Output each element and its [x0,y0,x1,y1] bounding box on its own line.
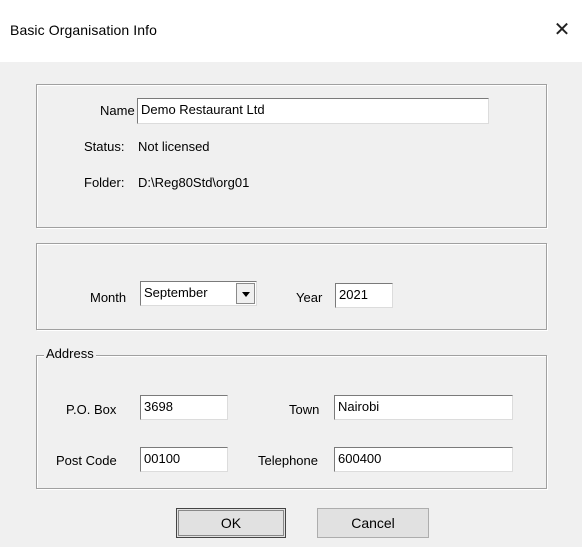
pobox-label: P.O. Box [66,402,117,417]
ok-button[interactable]: OK [176,508,286,538]
year-field[interactable]: 2021 [335,283,393,308]
name-field[interactable]: Demo Restaurant Ltd [137,98,489,124]
pobox-field[interactable]: 3698 [140,395,228,420]
chevron-down-icon[interactable] [236,283,255,304]
town-label: Town [289,402,320,417]
month-label: Month [90,290,127,305]
month-select-value: September [144,285,208,300]
cancel-button[interactable]: Cancel [317,508,429,538]
telephone-label: Telephone [258,453,318,468]
name-label: Name [100,103,135,118]
year-label: Year [296,290,323,305]
folder-value: D:\Reg80Std\org01 [138,175,250,190]
basic-organisation-info-dialog: Basic Organisation Info ✕ Name Demo Rest… [0,0,582,547]
close-icon[interactable]: ✕ [542,8,582,52]
period-group [36,243,547,330]
title-bar: Basic Organisation Info ✕ [0,0,582,62]
status-label: Status: [84,139,125,154]
town-field[interactable]: Nairobi [334,395,513,420]
folder-label: Folder: [84,175,125,190]
status-value: Not licensed [138,139,210,154]
window-title: Basic Organisation Info [10,22,158,38]
month-select[interactable]: September [140,281,257,306]
telephone-field[interactable]: 600400 [334,447,513,472]
postcode-label: Post Code [56,453,117,468]
postcode-field[interactable]: 00100 [140,447,228,472]
address-legend: Address [44,346,96,361]
